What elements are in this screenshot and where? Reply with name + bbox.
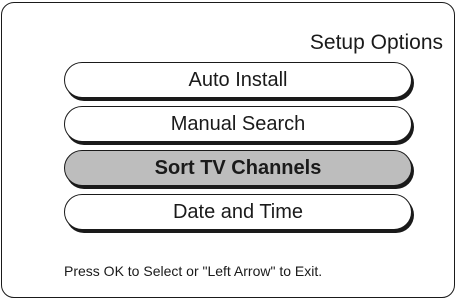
menu-item-auto-install[interactable]: Auto Install [64,62,412,98]
menu-item-manual-search[interactable]: Manual Search [64,106,412,142]
menu-item-sort-tv-channels[interactable]: Sort TV Channels [64,150,412,186]
page-title: Setup Options [309,31,443,54]
footer-hint: Press OK to Select or "Left Arrow" to Ex… [64,263,323,279]
setup-screen: Setup Options Auto Install Manual Search… [0,0,463,306]
setup-menu: Auto Install Manual Search Sort TV Chann… [64,62,412,238]
menu-item-date-and-time[interactable]: Date and Time [64,194,412,230]
